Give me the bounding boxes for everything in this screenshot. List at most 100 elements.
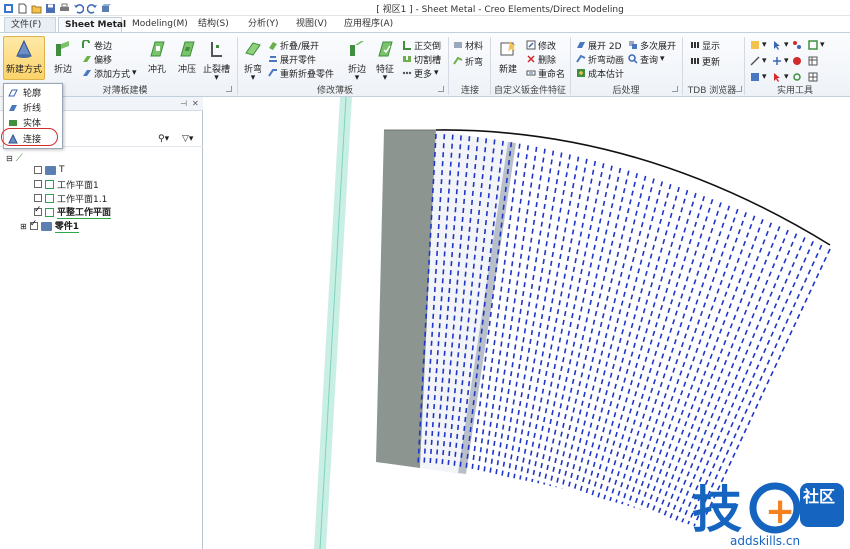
visibility-checkbox[interactable] xyxy=(34,205,42,216)
rename-button[interactable]: 重命名 xyxy=(526,67,565,80)
tab-file[interactable]: 文件(F) xyxy=(4,17,56,32)
window-title: [ 视区1 ] - Sheet Metal - Creo Elements/Di… xyxy=(376,5,624,15)
query-button[interactable]: 查询 ▾ xyxy=(628,53,665,66)
fold-edge2-icon xyxy=(346,38,368,60)
tab-analysis[interactable]: 分析(Y) xyxy=(242,17,285,32)
group-launcher-icon[interactable] xyxy=(672,86,678,92)
utility-layers-button[interactable]: ▾ xyxy=(750,39,767,51)
group-launcher-icon[interactable] xyxy=(438,86,444,92)
modify-button[interactable]: 修改 xyxy=(526,39,556,52)
stamp-icon xyxy=(176,38,198,60)
offset-button[interactable]: 偏移 xyxy=(82,53,112,66)
new-feature-button[interactable]: 新建 xyxy=(497,38,519,75)
snap-icon xyxy=(793,73,801,81)
expand-icon[interactable]: ⊟ xyxy=(6,154,13,163)
menu-item-profile[interactable]: 轮廓 xyxy=(8,86,41,99)
bend-line xyxy=(501,150,555,477)
group-connect: 连接 xyxy=(460,86,479,96)
roll-icon xyxy=(82,40,90,48)
cost-est-button[interactable]: 成本估计 xyxy=(576,67,624,80)
delete-icon xyxy=(527,55,535,63)
tree-item-part1[interactable]: ⊞ 零件1 xyxy=(20,219,79,233)
filter-icon[interactable]: ▽▾ xyxy=(182,134,193,144)
select-icon xyxy=(774,73,780,82)
utility-tree-button[interactable] xyxy=(792,39,802,51)
display-button[interactable]: 显示 xyxy=(690,39,720,52)
tree-item-workplane1[interactable]: 工作平面1 xyxy=(34,178,99,191)
bend-line xyxy=(615,199,714,503)
group-modify-sheet: 修改薄板 xyxy=(316,86,353,96)
utility-select-button[interactable]: ▾ xyxy=(772,71,789,83)
material-button[interactable]: 材料 xyxy=(453,39,483,52)
highlight-circle xyxy=(1,128,58,146)
tdb-display-icon xyxy=(691,42,699,48)
group-launcher-icon[interactable] xyxy=(226,86,232,92)
utility-move-button[interactable]: ▾ xyxy=(772,55,789,67)
tab-sheet-metal[interactable]: Sheet Metal xyxy=(58,17,126,32)
tab-modeling[interactable]: Modeling(M) xyxy=(126,17,194,32)
cut-slot-button[interactable]: 切割槽 xyxy=(402,53,441,66)
tab-structure[interactable]: 结构(S) xyxy=(192,17,235,32)
add-method-button[interactable]: 添加方式 ▾ xyxy=(82,67,137,80)
rename-icon xyxy=(526,70,536,76)
pin-icon[interactable]: ⊣ xyxy=(180,99,187,108)
feature-button[interactable]: 特征 ▾ xyxy=(374,38,396,83)
visibility-checkbox[interactable] xyxy=(34,180,42,188)
utility-frame-button[interactable]: ▾ xyxy=(808,39,825,51)
orthogonal-button[interactable]: 正交倒 xyxy=(402,39,441,52)
solid-icon xyxy=(9,119,17,126)
bend-icon xyxy=(242,38,264,60)
fold-unfold-button[interactable]: 折叠/展开 xyxy=(268,39,319,52)
part-icon xyxy=(40,221,52,231)
delete-button[interactable]: 删除 xyxy=(526,53,556,66)
bend-button[interactable]: 折弯 ▾ xyxy=(242,38,264,83)
stamp-button[interactable]: 冲压 xyxy=(176,38,198,75)
relief-button[interactable]: 止裂槽 ▾ xyxy=(203,38,230,83)
tab-view[interactable]: 视图(V) xyxy=(290,17,333,32)
utility-measure-button[interactable]: ▾ xyxy=(750,55,767,67)
utility-view-button[interactable]: ▾ xyxy=(750,71,767,83)
utility-color-button[interactable] xyxy=(792,55,802,67)
cone-icon xyxy=(13,38,35,60)
unfold-part-button[interactable]: 展开零件 xyxy=(268,53,316,66)
visibility-checkbox[interactable] xyxy=(29,219,38,230)
utility-snap-button[interactable] xyxy=(792,71,802,83)
tab-applications[interactable]: 应用程序(A) xyxy=(338,17,399,32)
utility-pick-button[interactable]: ▾ xyxy=(772,39,789,51)
close-icon[interactable]: ✕ xyxy=(192,99,199,108)
fold-bend-button[interactable]: 折弯 xyxy=(453,55,483,68)
find-icon[interactable]: ⚲▾ xyxy=(158,134,169,144)
fold-bend-icon xyxy=(453,56,463,65)
workplane-icon xyxy=(45,193,54,203)
tree-item-flat-workplane[interactable]: 平整工作平面 xyxy=(34,205,112,219)
roll-button[interactable]: 卷边 xyxy=(82,39,112,52)
logo-brand: 社区 xyxy=(802,487,835,506)
utility-table-button[interactable] xyxy=(808,55,818,67)
fold-edge2-button[interactable]: 折边 ▾ xyxy=(346,38,368,83)
group-launcher-icon[interactable] xyxy=(736,86,742,92)
refold-part-button[interactable]: 重新折叠零件 xyxy=(268,67,334,80)
multi-unfold-button[interactable]: 多次展开 xyxy=(628,39,676,52)
tree-root[interactable]: ⊟ ⟋ xyxy=(6,152,23,164)
tdb-update-icon xyxy=(691,58,699,64)
expand-icon[interactable]: ⊞ xyxy=(20,222,27,231)
visibility-checkbox[interactable] xyxy=(34,194,42,202)
flange-icon xyxy=(52,38,74,60)
cost-est-icon xyxy=(577,69,585,77)
punch-button[interactable]: 冲孔 xyxy=(146,38,168,75)
unfold-2d-button[interactable]: 展开 2D xyxy=(576,39,622,52)
update-button[interactable]: 更新 xyxy=(690,55,720,68)
tree-item-workplane1-1[interactable]: 工作平面1.1 xyxy=(34,192,107,205)
logo-plus: + xyxy=(765,491,795,532)
more-button[interactable]: 更多 ▾ xyxy=(402,67,439,80)
utility-grid-button[interactable] xyxy=(808,71,818,83)
relief-icon xyxy=(206,38,228,60)
bend-anim-button[interactable]: 折弯动画 xyxy=(576,53,624,66)
new-method-button-content[interactable]: 新建方式 xyxy=(4,38,44,75)
visibility-checkbox[interactable] xyxy=(34,166,42,174)
tree-item-T[interactable]: T xyxy=(34,164,65,176)
fold-edge-button[interactable]: 折边 xyxy=(52,38,74,75)
menu-item-polyline[interactable]: 折线 xyxy=(8,101,41,114)
group-custom-features: 自定义钣金件特征 xyxy=(493,86,566,96)
pick-icon xyxy=(774,41,780,50)
